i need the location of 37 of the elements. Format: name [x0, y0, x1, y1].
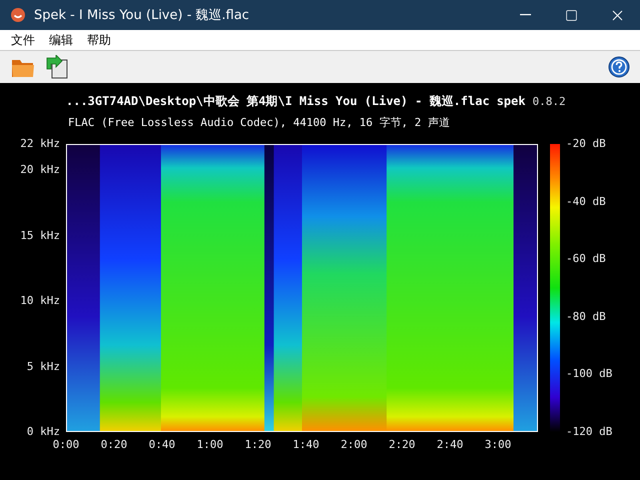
db-label: -120 dB [566, 426, 612, 438]
frequency-label: 22 kHz [20, 138, 60, 150]
menu-item[interactable]: 帮助 [82, 30, 116, 50]
document-arrow-icon [45, 55, 69, 79]
db-label: -80 dB [566, 310, 606, 323]
db-label: -40 dB [566, 196, 606, 208]
frequency-label: 10 kHz [20, 295, 60, 308]
frequency-label: 20 kHz [20, 164, 60, 176]
db-label: -100 dB [566, 368, 612, 380]
help-button[interactable] [606, 54, 632, 80]
maximize-icon [564, 8, 578, 22]
time-label: 2:20 [388, 438, 416, 451]
time-label: 0:40 [148, 438, 176, 451]
audio-info: FLAC (Free Lossless Audio Codec), 44100 Hz, 16 字节, 2 声道 [67, 115, 450, 131]
time-label: 1:00 [196, 438, 224, 451]
frequency-label: 15 kHz [20, 230, 60, 242]
time-label: 2:00 [340, 438, 368, 451]
file-path: ...3GT74AD\Desktop\中歌会 第4期\I Miss You (Live) - 魏巡.flac [66, 93, 490, 110]
menu-item[interactable]: 编辑 [44, 30, 78, 50]
save-button[interactable] [44, 54, 70, 80]
time-label: 3:00 [484, 438, 512, 451]
db-label: -20 dB [566, 138, 606, 150]
time-label: 1:20 [244, 438, 272, 451]
db-label: -60 dB [566, 253, 606, 266]
help-icon [608, 56, 630, 78]
frequency-label: 0 kHz [26, 426, 60, 438]
time-label: 1:40 [292, 438, 320, 451]
menu-item[interactable]: 文件 [6, 30, 40, 50]
minimize-icon [520, 14, 530, 16]
time-label: 2:40 [436, 438, 464, 451]
window-title: Spek - I Miss You (Live) - 魏巡.flac [34, 7, 250, 24]
app-version: 0.8.2 [532, 95, 566, 108]
app-name: spek [496, 94, 526, 108]
time-label: 0:20 [100, 438, 128, 451]
time-label: 0:00 [52, 438, 80, 451]
app-logo-icon [10, 7, 26, 23]
frequency-label: 5 kHz [26, 360, 60, 373]
